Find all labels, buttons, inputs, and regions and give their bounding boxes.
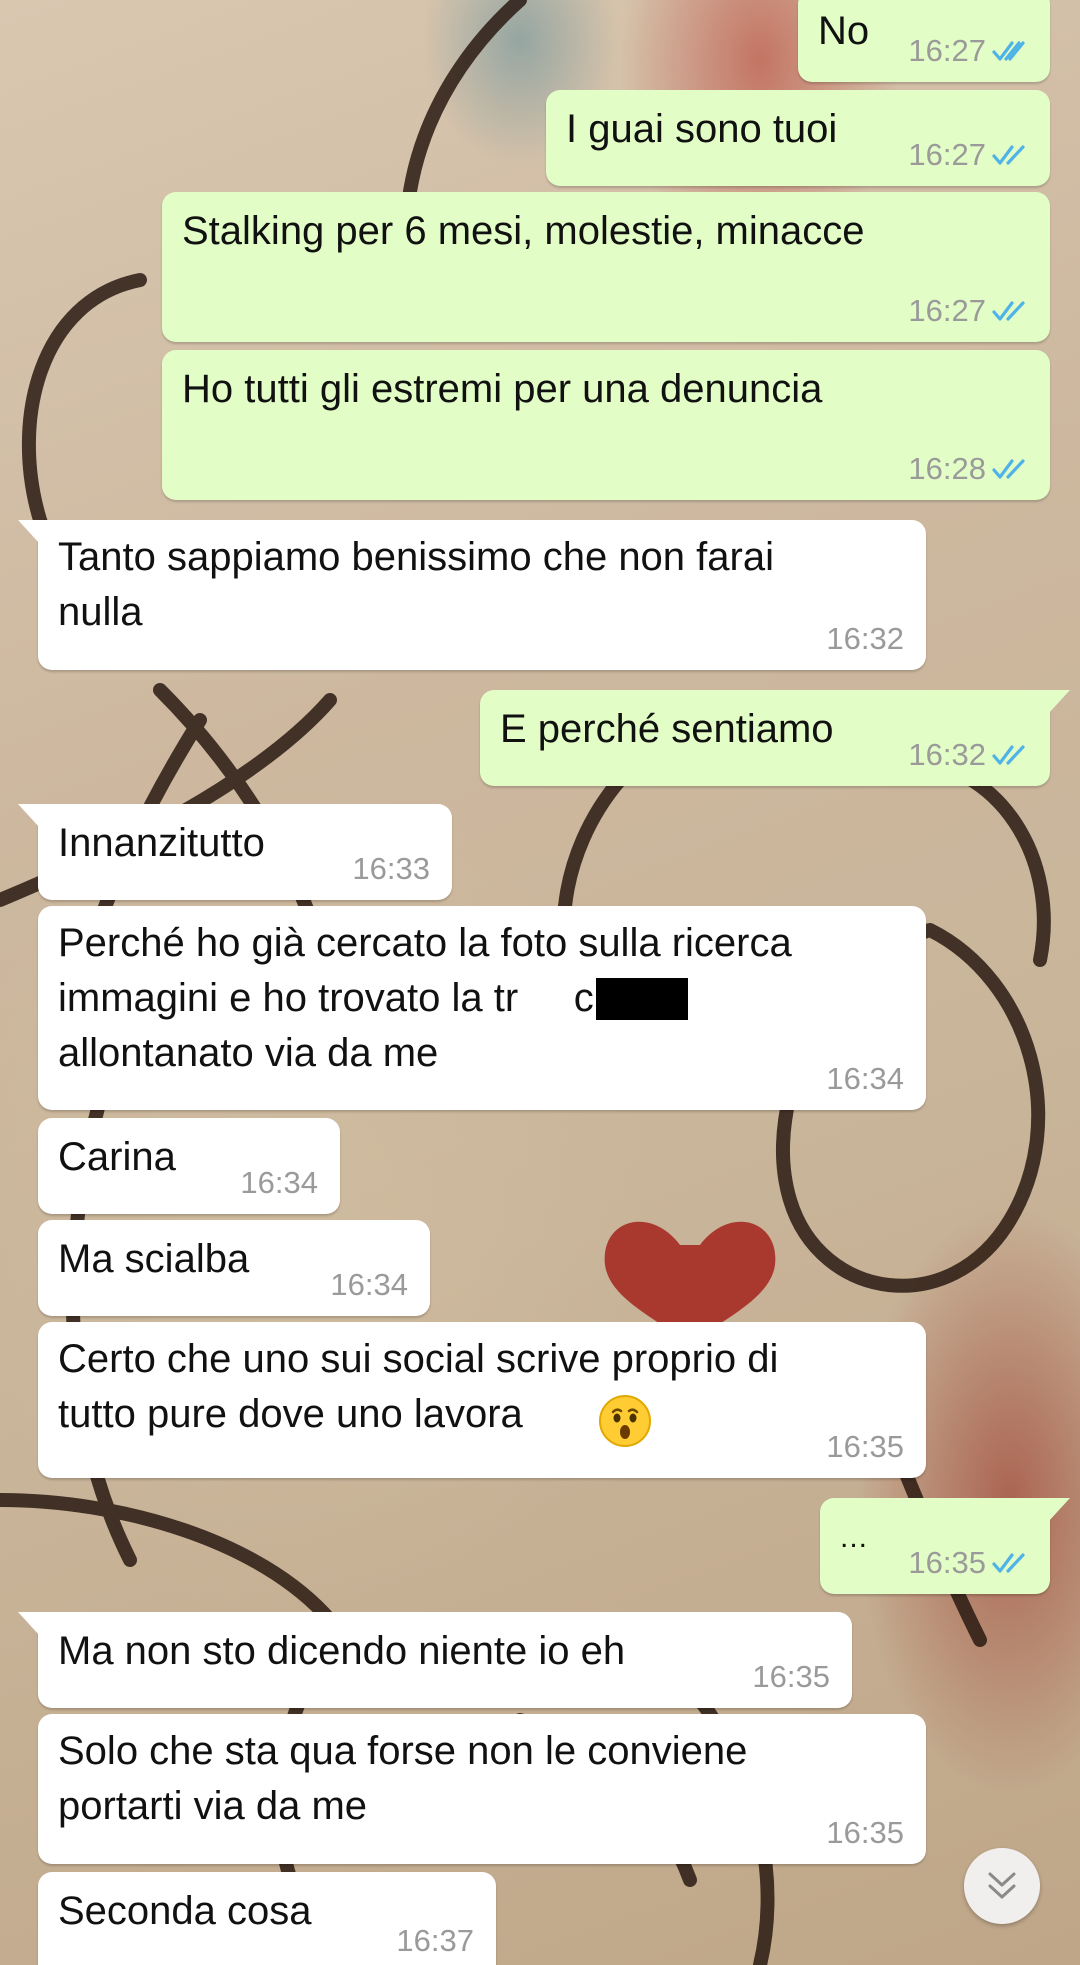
message-bubble-outgoing[interactable]: I guai sono tuoi 16:27 — [546, 90, 1050, 186]
message-text: Ma non sto dicendo niente io eh — [58, 1629, 626, 1673]
message-bubble-incoming[interactable]: Tanto sappiamo benissimo che non farai n… — [18, 520, 926, 670]
message-meta: 16:27 — [908, 34, 1032, 68]
message-bubble-incoming[interactable]: Ma non sto dicendo niente io eh 16:35 — [18, 1612, 852, 1708]
bubble-tail — [18, 520, 40, 544]
message-text: Innanzitutto — [58, 821, 265, 865]
message-text: Solo che sta qua forse non le conviene p… — [58, 1729, 748, 1828]
message-time: 16:28 — [908, 451, 986, 486]
message-time: 16:33 — [352, 851, 430, 886]
bubble-tail — [18, 1612, 40, 1636]
message-time: 16:35 — [826, 1429, 904, 1464]
double-chevron-down-icon — [988, 1872, 1016, 1899]
read-receipt-icon — [992, 145, 1025, 165]
message-text: Ma scialba — [58, 1237, 250, 1281]
message-text: Seconda cosa — [58, 1889, 312, 1933]
message-text: E perché sentiamo — [500, 707, 834, 751]
bubble-tail — [18, 804, 40, 828]
message-meta: 16:28 — [908, 452, 1032, 486]
message-bubble-incoming[interactable]: Seconda cosa 16:37 — [38, 1872, 496, 1965]
message-time: 16:35 — [908, 1545, 986, 1580]
message-text: No — [818, 9, 870, 53]
message-text: Ho tutti gli estremi per una denuncia — [182, 367, 823, 411]
message-bubble-outgoing[interactable]: No 16:27 — [798, 0, 1050, 82]
message-bubble-incoming[interactable]: Solo che sta qua forse non le conviene p… — [38, 1714, 926, 1864]
message-time: 16:34 — [826, 1061, 904, 1096]
bubble-tail — [1048, 690, 1070, 714]
message-time: 16:34 — [330, 1267, 408, 1302]
message-meta: 16:37 — [396, 1924, 474, 1958]
message-text: Certo che uno sui social scrive proprio … — [58, 1337, 779, 1436]
message-text: Carina — [58, 1135, 176, 1179]
message-bubble-outgoing[interactable]: ... 16:35 — [820, 1498, 1070, 1594]
message-bubble-incoming[interactable]: Ma scialba 16:34 — [38, 1220, 430, 1316]
message-meta: 16:32 — [826, 622, 904, 656]
astonished-face-icon — [599, 1395, 651, 1447]
message-bubble-incoming[interactable]: Certo che uno sui social scrive proprio … — [38, 1322, 926, 1478]
message-time: 16:34 — [240, 1165, 318, 1200]
read-receipt-icon — [992, 301, 1025, 321]
chat-background: No 16:27 I guai sono tuoi 16:27 Stalking… — [0, 0, 1080, 1965]
message-bubble-outgoing[interactable]: Stalking per 6 mesi, molestie, minacce 1… — [162, 192, 1050, 342]
message-meta: 16:27 — [908, 138, 1032, 172]
redaction-box — [596, 978, 688, 1020]
message-bubble-incoming[interactable]: Carina 16:34 — [38, 1118, 340, 1214]
message-time: 16:27 — [908, 293, 986, 328]
message-time: 16:27 — [908, 137, 986, 172]
message-text: I guai sono tuoi — [566, 107, 838, 151]
message-meta: 16:34 — [826, 1062, 904, 1096]
message-meta: 16:27 — [908, 294, 1032, 328]
read-receipt-icon — [992, 745, 1025, 765]
message-meta: 16:35 — [752, 1660, 830, 1694]
message-text: ... — [840, 1521, 869, 1554]
message-meta: 16:35 — [908, 1546, 1032, 1580]
message-bubble-outgoing[interactable]: Ho tutti gli estremi per una denuncia 16… — [162, 350, 1050, 500]
message-meta: 16:34 — [240, 1166, 318, 1200]
read-receipt-icon — [992, 1553, 1025, 1573]
read-receipt-icon — [992, 41, 1025, 61]
message-meta: 16:32 — [908, 738, 1032, 772]
message-time: 16:35 — [752, 1659, 830, 1694]
message-time: 16:32 — [908, 737, 986, 772]
message-bubble-outgoing[interactable]: E perché sentiamo 16:32 — [480, 690, 1070, 786]
message-time: 16:27 — [908, 33, 986, 68]
message-meta: 16:34 — [330, 1268, 408, 1302]
read-receipt-icon — [992, 459, 1025, 479]
bubble-tail — [1048, 1498, 1070, 1522]
message-time: 16:35 — [826, 1815, 904, 1850]
message-time: 16:32 — [826, 621, 904, 656]
message-meta: 16:35 — [826, 1430, 904, 1464]
message-text: Stalking per 6 mesi, molestie, minacce — [182, 209, 865, 253]
message-time: 16:37 — [396, 1923, 474, 1958]
message-meta: 16:33 — [352, 852, 430, 886]
message-meta: 16:35 — [826, 1816, 904, 1850]
message-bubble-incoming[interactable]: Perché ho già cercato la foto sulla rice… — [38, 906, 926, 1110]
message-text: Tanto sappiamo benissimo che non farai n… — [58, 535, 774, 634]
scroll-to-bottom-button[interactable] — [964, 1848, 1040, 1924]
message-bubble-incoming[interactable]: Innanzitutto 16:33 — [18, 804, 452, 900]
